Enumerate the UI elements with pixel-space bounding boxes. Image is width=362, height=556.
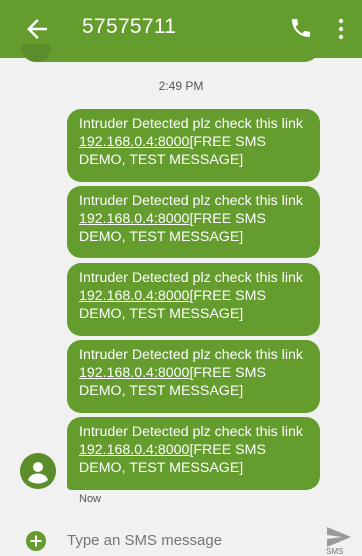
message-bubble[interactable]: Intruder Detected plz check this link 19… <box>67 109 320 182</box>
message-text: Intruder Detected plz check this link <box>79 193 303 209</box>
previous-message-bubble <box>22 46 320 62</box>
message-link[interactable]: 192.168.0.4:8000 <box>79 134 189 150</box>
message-text: Intruder Detected plz check this link <box>79 424 303 440</box>
message-text: Intruder Detected plz check this link <box>79 347 303 363</box>
message-link[interactable]: 192.168.0.4:8000 <box>79 211 189 227</box>
message-link[interactable]: 192.168.0.4:8000 <box>79 442 189 458</box>
arrow-left-icon[interactable] <box>22 14 52 44</box>
phone-icon[interactable] <box>289 16 313 40</box>
send-icon[interactable] <box>326 526 352 548</box>
message-composer: SMS <box>0 526 362 556</box>
send-label: SMS <box>326 547 344 556</box>
delivery-status: Now <box>79 493 102 505</box>
message-bubble[interactable]: Intruder Detected plz check this link 19… <box>67 263 320 336</box>
message-text: Intruder Detected plz check this link <box>79 270 303 286</box>
sms-input[interactable] <box>67 532 297 549</box>
message-link[interactable]: 192.168.0.4:8000 <box>79 365 189 381</box>
message-link[interactable]: 192.168.0.4:8000 <box>79 288 189 304</box>
more-vert-icon[interactable] <box>336 16 346 42</box>
conversation-title: 57575711 <box>82 15 177 38</box>
message-text: Intruder Detected plz check this link <box>79 116 303 132</box>
contact-avatar[interactable] <box>20 453 56 489</box>
message-bubble[interactable]: Intruder Detected plz check this link 19… <box>67 340 320 413</box>
message-bubble[interactable]: Intruder Detected plz check this link 19… <box>67 417 320 490</box>
message-timestamp: 2:49 PM <box>158 79 204 93</box>
message-bubble[interactable]: Intruder Detected plz check this link 19… <box>67 186 320 258</box>
add-circle-icon[interactable] <box>26 531 46 551</box>
